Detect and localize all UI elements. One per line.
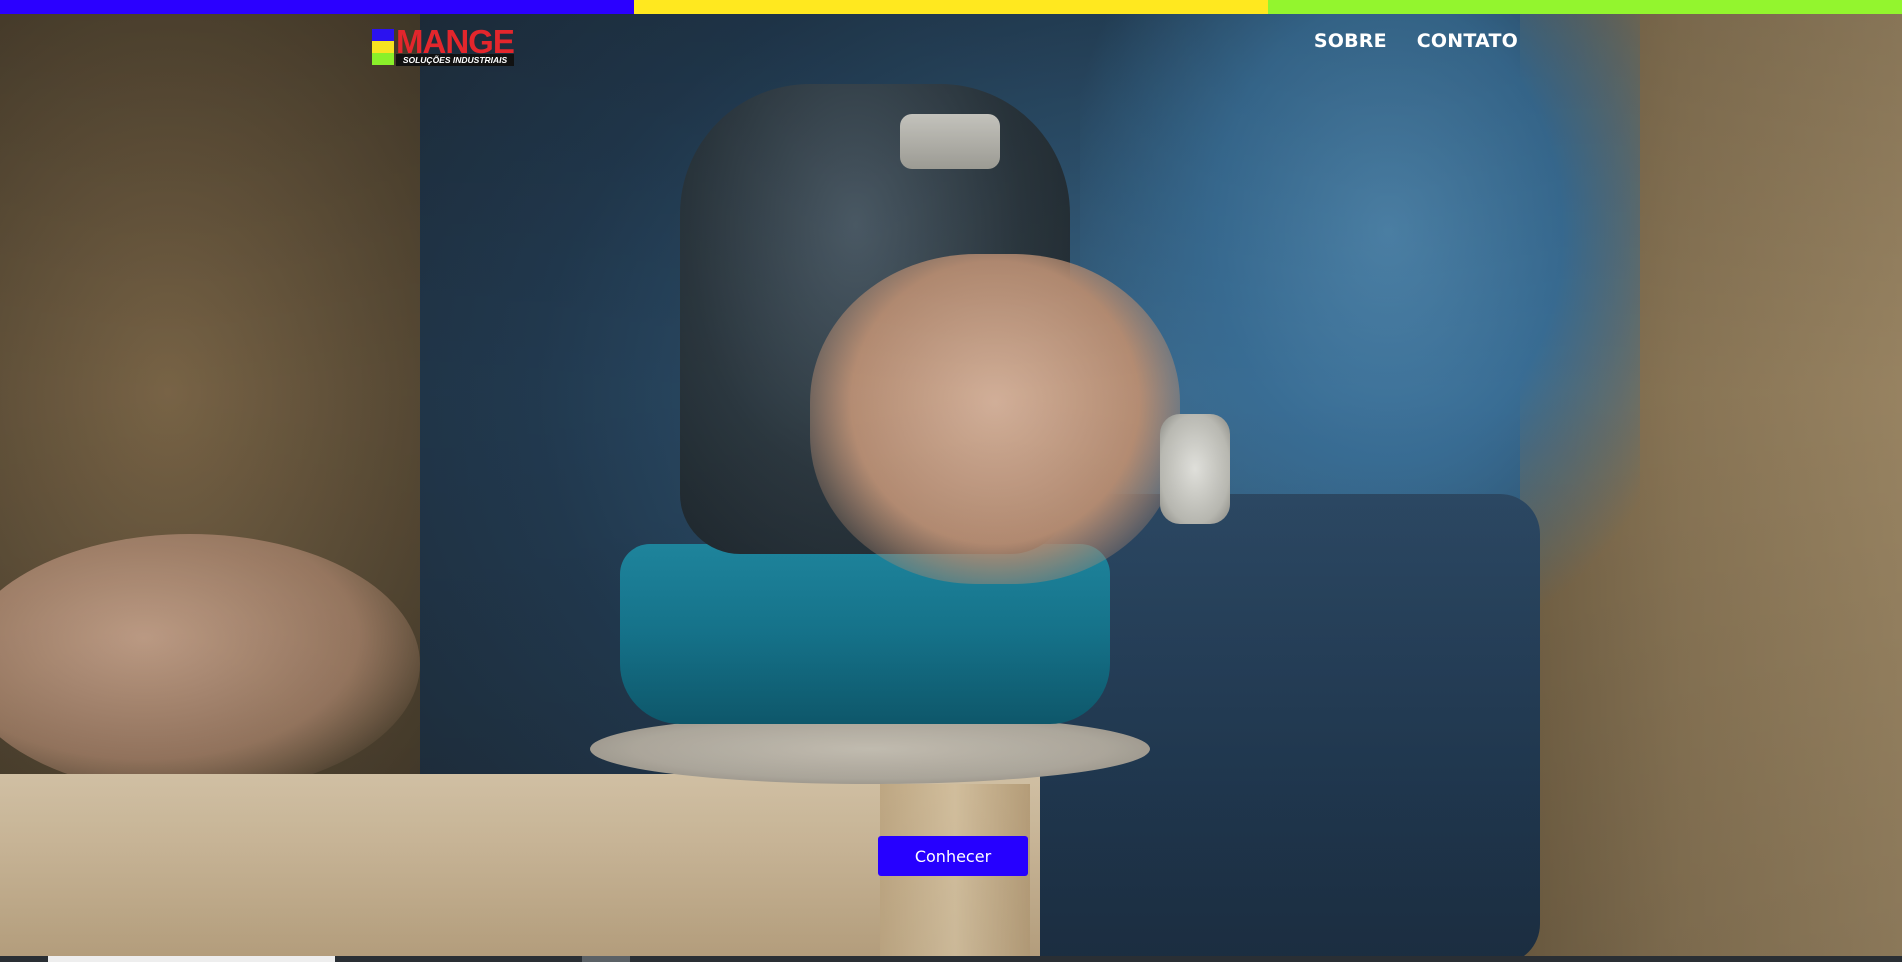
bottom-strip: [0, 956, 1902, 962]
top-bar-blue-segment: [0, 0, 634, 14]
logo-mark-green: [372, 53, 394, 65]
top-color-bar: [0, 0, 1902, 14]
bottom-indicator: [582, 956, 630, 962]
bottom-indicator-active: [48, 956, 335, 962]
top-bar-yellow-segment: [634, 0, 1268, 14]
logo-mark-blue: [372, 29, 394, 41]
main-nav: SOBRE CONTATO: [1314, 30, 1518, 52]
logo-mark-yellow: [372, 41, 394, 53]
logo-mark-icon: [372, 29, 394, 65]
conhecer-button[interactable]: Conhecer: [878, 836, 1028, 876]
nav-link-contato[interactable]: CONTATO: [1417, 30, 1518, 52]
brand-tagline: SOLUÇÕES INDUSTRIAIS: [396, 54, 514, 66]
hero-background-image: [0, 14, 1902, 958]
nav-link-sobre[interactable]: SOBRE: [1314, 30, 1387, 52]
top-bar-green-segment: [1268, 0, 1902, 14]
brand-logo[interactable]: MANGE SOLUÇÕES INDUSTRIAIS: [372, 24, 515, 66]
